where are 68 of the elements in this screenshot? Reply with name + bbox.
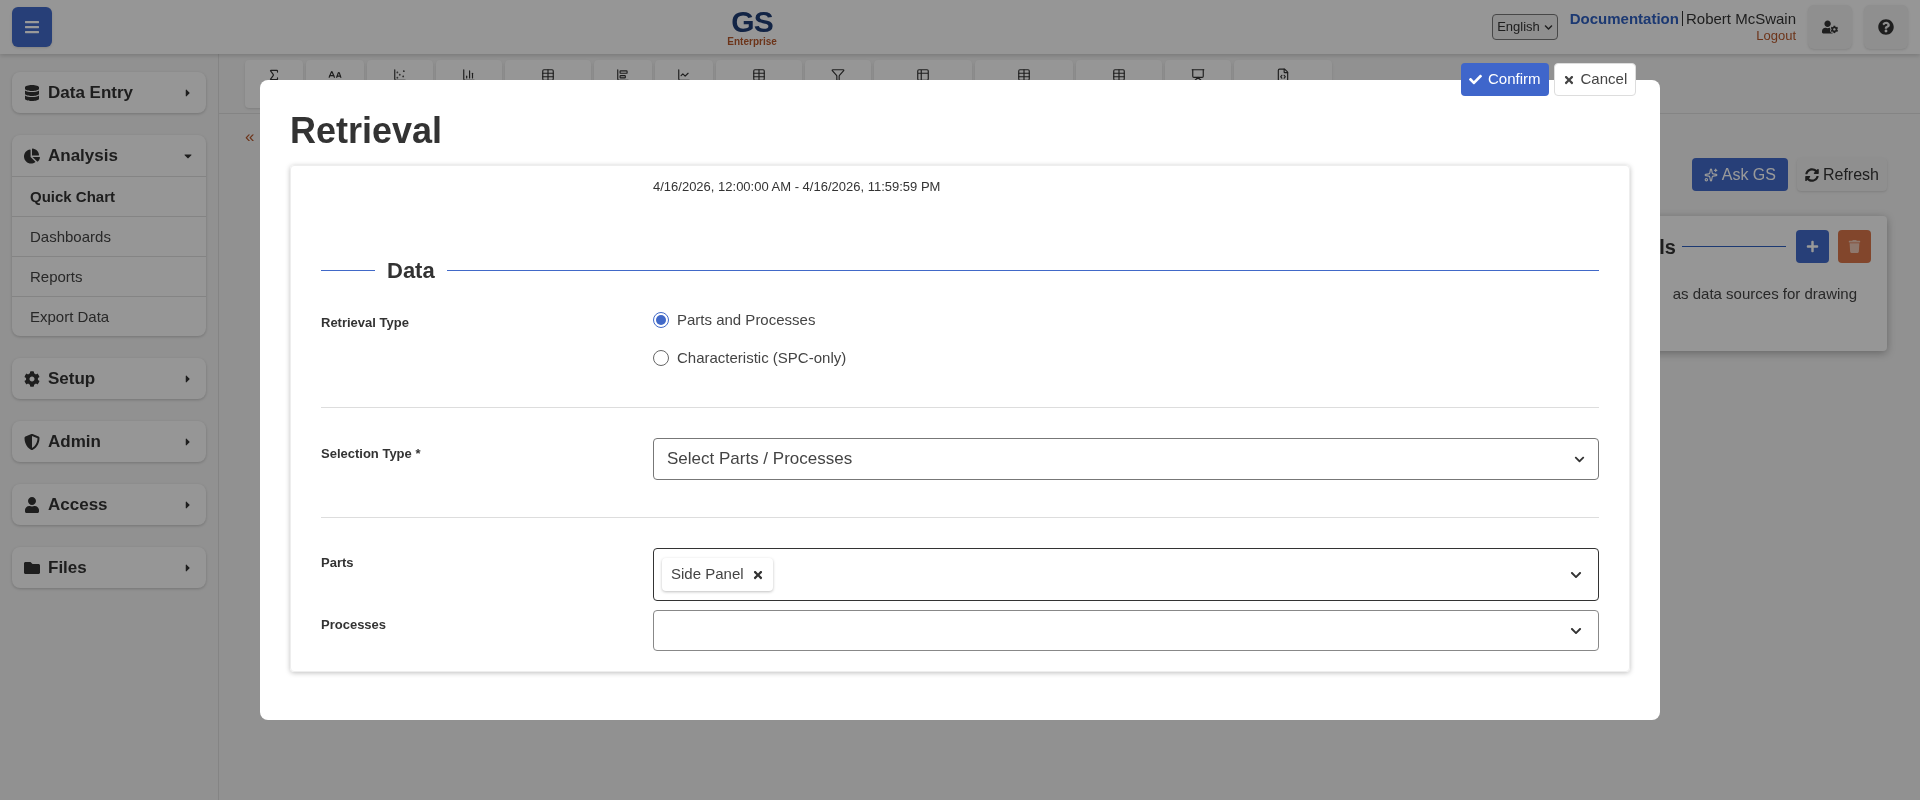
back-link[interactable]: « [245,128,255,145]
field-label: Processes [321,616,388,634]
plus-icon [1806,240,1819,253]
gear-icon [24,370,40,387]
user-settings-button[interactable] [1808,5,1852,49]
help-icon [1878,19,1894,35]
refresh-icon [1804,167,1819,182]
section-heading: Data [387,257,435,285]
field-label: Retrieval Type [321,314,410,332]
close-icon[interactable] [751,568,764,581]
language-select[interactable]: English [1492,14,1558,40]
scatter-chart-icon [393,68,407,82]
presentation-icon [1191,68,1205,82]
sidebar-section[interactable]: Data Entry [12,72,206,113]
documentation-link[interactable]: Documentation [1569,9,1679,29]
menu-icon [24,19,40,35]
table-icon [541,68,555,82]
sidebar-item[interactable]: Dashboards [12,216,206,256]
radio-option[interactable]: Characteristic (SPC-only) [653,346,847,369]
shield-icon [24,433,40,450]
date-range: 4/16/2026, 12:00:00 AM - 4/16/2026, 11:59:59 PM [653,179,941,194]
sidebar-section[interactable]: Admin [12,421,206,462]
select-field[interactable]: Select Parts / Processes [653,438,1599,480]
tag-chip: Side Panel [662,558,773,591]
confirm-button[interactable]: Confirm [1461,63,1549,96]
field-label: Selection Type * [321,445,422,463]
pie-chart-icon [24,147,40,164]
multiselect-field[interactable] [653,610,1599,651]
user-name: Robert McSwain [1685,9,1796,29]
sidebar-item[interactable]: Reports [12,256,206,296]
sidebar-section[interactable]: Access [12,484,206,525]
sparkles-icon [1703,167,1718,182]
field-label: Parts [321,554,355,572]
table-icon [916,68,930,82]
horizontal-bar-icon [616,68,630,82]
close-icon [1562,73,1575,86]
sidebar-section[interactable]: Setup [12,358,206,399]
database-icon [24,84,40,101]
card-title: ls [1659,234,1676,260]
modal-title: Retrieval [290,109,444,153]
help-button[interactable] [1864,5,1908,49]
logout-link[interactable]: Logout [1756,28,1796,45]
logo-subtitle: Enterprise [727,37,777,47]
sidebar-section[interactable]: Analysis [12,135,206,176]
code-file-icon [1276,68,1290,82]
table-icon [1112,68,1126,82]
logo-text: GS [731,7,773,37]
sigma-icon [267,68,281,82]
sidebar-item[interactable]: Export Data [12,296,206,336]
bar-chart-icon [462,68,476,82]
radio-option[interactable]: Parts and Processes [653,309,847,332]
filter-icon [831,68,845,82]
add-button[interactable] [1796,230,1829,263]
folder-icon [24,559,40,576]
card-text: as data sources for drawing [1672,284,1857,304]
user-gear-icon [1822,19,1838,35]
table-icon [752,68,766,82]
user-icon [24,496,40,513]
ask-gs-button[interactable]: Ask GS [1691,158,1788,191]
multiselect-field[interactable]: Side Panel [653,548,1599,601]
table-icon [1017,68,1031,82]
cancel-button[interactable]: Cancel [1553,63,1637,96]
refresh-button[interactable]: Refresh [1796,158,1887,191]
sidebar-item[interactable]: Quick Chart [12,176,206,216]
sidebar-section[interactable]: Files [12,547,206,588]
chevron-down-icon [1543,22,1553,32]
menu-button[interactable] [12,7,52,47]
check-icon [1469,73,1482,86]
